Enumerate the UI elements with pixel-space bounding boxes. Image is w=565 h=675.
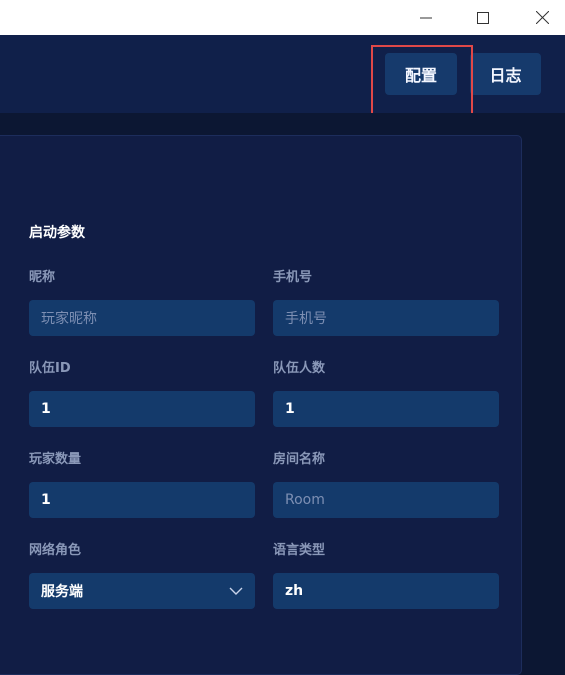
window-titlebar [0, 0, 565, 35]
phone-placeholder: 手机号 [285, 311, 327, 327]
config-button[interactable]: 配置 [385, 53, 457, 95]
team-size-value: 1 [285, 401, 295, 417]
nickname-input[interactable]: 玩家昵称 [29, 300, 255, 336]
phone-input[interactable]: 手机号 [273, 300, 499, 336]
team-size-input[interactable]: 1 [273, 391, 499, 427]
nickname-placeholder: 玩家昵称 [41, 311, 97, 327]
player-count-label: 玩家数量 [29, 452, 82, 467]
top-toolbar: 配置 日志 [0, 35, 565, 113]
team-id-label: 队伍ID [29, 361, 71, 376]
room-name-placeholder: Room [285, 492, 325, 508]
player-count-value: 1 [41, 492, 51, 508]
phone-label: 手机号 [273, 270, 313, 285]
minimize-icon [420, 12, 432, 24]
language-label: 语言类型 [273, 543, 326, 558]
team-id-input[interactable]: 1 [29, 391, 255, 427]
close-icon [535, 11, 549, 24]
network-role-select[interactable]: 服务端 [29, 573, 255, 609]
maximize-button[interactable] [460, 0, 506, 35]
network-role-value: 服务端 [41, 584, 83, 600]
chevron-down-icon [229, 584, 243, 602]
minimize-button[interactable] [403, 0, 449, 35]
language-value: zh [285, 583, 304, 599]
team-id-value: 1 [41, 401, 51, 417]
section-title: 启动参数 [29, 225, 85, 241]
nickname-label: 昵称 [29, 270, 56, 285]
language-input[interactable]: zh [273, 573, 499, 609]
player-count-input[interactable]: 1 [29, 482, 255, 518]
main-content [0, 113, 565, 675]
maximize-icon [477, 11, 489, 24]
team-size-label: 队伍人数 [273, 361, 326, 376]
room-name-input[interactable]: Room [273, 482, 499, 518]
log-button[interactable]: 日志 [470, 53, 541, 95]
room-name-label: 房间名称 [273, 452, 326, 467]
network-role-label: 网络角色 [29, 543, 82, 558]
close-button[interactable] [519, 0, 565, 35]
